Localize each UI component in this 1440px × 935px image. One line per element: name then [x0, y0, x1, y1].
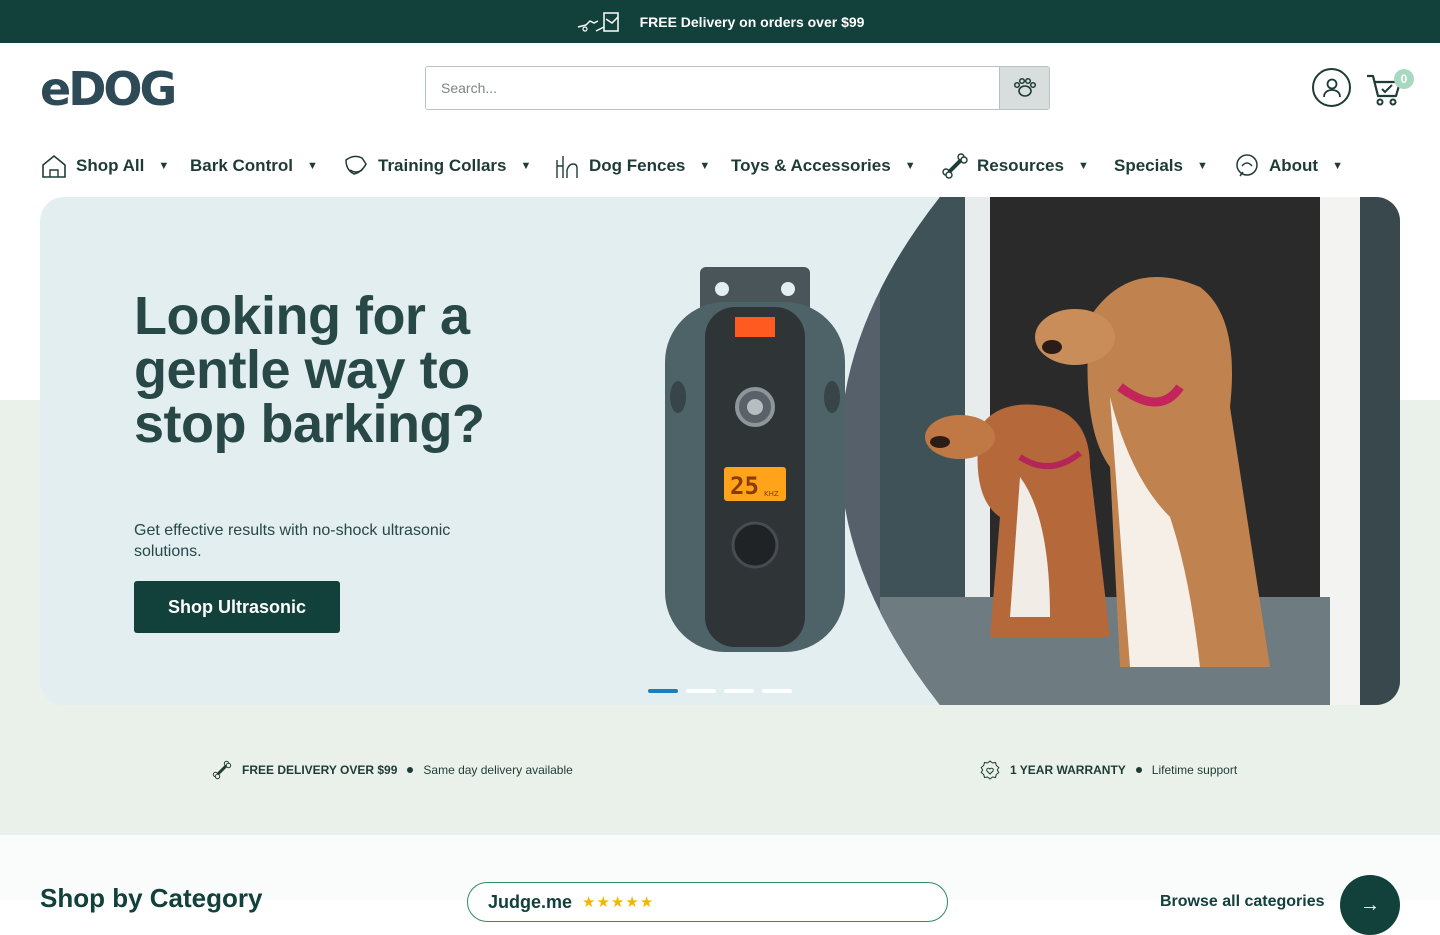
device-display-unit: KHZ: [764, 490, 779, 498]
category-title: Shop by Category: [40, 883, 263, 913]
nav-about[interactable]: About ▼: [1233, 151, 1343, 181]
house-icon: [42, 154, 66, 178]
hero-subtitle: Get effective results with no-shock ultr…: [134, 522, 451, 560]
nav-toys-accessories[interactable]: Toys & Accessories ▼: [731, 151, 916, 181]
carousel-dot[interactable]: [762, 689, 792, 693]
carousel-dots: [648, 689, 792, 693]
chevron-down-icon: ▼: [1197, 160, 1208, 172]
nav-training-collars[interactable]: Training Collars ▼: [342, 151, 531, 181]
nav-label: Toys & Accessories: [731, 156, 891, 175]
nav-label: Dog Fences: [589, 156, 686, 175]
ultrasonic-device-image: 25 KHZ: [665, 267, 845, 652]
search-bar: [425, 66, 1050, 110]
badge-heart-icon: [980, 760, 1000, 780]
dog-collar-icon: [345, 155, 367, 175]
chevron-down-icon: ▼: [904, 160, 916, 172]
device-display-value: 25: [730, 472, 759, 500]
nav-specials[interactable]: Specials ▼: [1114, 151, 1208, 181]
search-button[interactable]: [999, 67, 1049, 109]
chat-dog-icon: [1236, 154, 1258, 177]
nav-label: Specials: [1114, 156, 1183, 175]
feature-warranty: 1 YEAR WARRANTY Lifetime support: [980, 756, 1237, 784]
hero-banner: Looking for a gentle way to stop barking…: [40, 197, 1400, 705]
feature-delivery: FREE DELIVERY OVER $99 Same day delivery…: [212, 756, 573, 784]
feature-detail: Lifetime support: [1151, 763, 1238, 777]
nav-resources[interactable]: Resources ▼: [941, 151, 1089, 181]
review-brand: Judge.me: [488, 891, 573, 912]
nav-shop-all[interactable]: Shop All ▼: [40, 151, 169, 181]
delivery-dog-icon: [577, 11, 619, 32]
nav-label: Resources: [977, 156, 1064, 175]
browse-all-link[interactable]: Browse all categories: [1160, 893, 1325, 911]
nav-dog-fences[interactable]: Dog Fences ▼: [553, 151, 710, 181]
shop-ultrasonic-button[interactable]: Shop Ultrasonic: [134, 581, 340, 633]
promo-bar: FREE Delivery on orders over $99: [0, 0, 1440, 43]
nav-label: Bark Control: [190, 156, 293, 175]
bullet-dot: [1135, 767, 1142, 773]
reviews-widget[interactable]: Judge.me ★★★★★: [467, 882, 948, 922]
paw-search-icon: [1013, 77, 1036, 97]
carousel-dot[interactable]: [724, 689, 754, 693]
chevron-down-icon: ▼: [520, 160, 532, 172]
account-button[interactable]: [1312, 68, 1351, 107]
nav-label: Shop All: [76, 156, 145, 175]
category-section: Shop by Category Judge.me ★★★★★ Browse a…: [0, 835, 1440, 935]
nav-label: About: [1269, 156, 1319, 175]
arrow-right-icon: →: [1360, 893, 1380, 916]
star-rating-icon: ★★★★★: [582, 894, 655, 911]
carousel-dot[interactable]: [648, 689, 678, 693]
cart-count-badge: 0: [1394, 69, 1414, 89]
dog-fence-icon: [556, 156, 578, 178]
carousel-dot[interactable]: [686, 689, 716, 693]
feature-strip: FREE DELIVERY OVER $99 Same day delivery…: [0, 756, 1440, 784]
nav-label: Training Collars: [378, 156, 507, 175]
bone-icon: [212, 760, 232, 780]
hero-title: Looking for a gentle way to stop barking…: [134, 286, 485, 454]
chevron-down-icon: ▼: [158, 160, 170, 172]
feature-title: FREE DELIVERY OVER $99: [242, 763, 398, 777]
chevron-down-icon: ▼: [699, 160, 711, 172]
main-nav: Shop All ▼ Bark Control ▼ Training Collars…: [0, 133, 1440, 197]
bullet-dot: [407, 767, 414, 773]
site-logo[interactable]: eDOG: [40, 62, 177, 116]
next-arrow-button[interactable]: →: [1340, 875, 1400, 935]
feature-detail: Same day delivery available: [423, 763, 573, 777]
user-icon: [1322, 78, 1341, 97]
search-input[interactable]: [426, 67, 999, 109]
feature-title: 1 YEAR WARRANTY: [1010, 763, 1126, 777]
promo-text: FREE Delivery on orders over $99: [639, 13, 865, 30]
chevron-down-icon: ▼: [1332, 160, 1343, 172]
nav-bark-control[interactable]: Bark Control ▼: [190, 151, 318, 181]
logo-text: eDOG: [40, 62, 177, 116]
chevron-down-icon: ▼: [1077, 160, 1089, 172]
dogs-photo: [840, 197, 1400, 705]
site-header: eDOG 0: [0, 43, 1440, 133]
bone-icon: [942, 153, 968, 179]
chevron-down-icon: ▼: [306, 160, 318, 172]
